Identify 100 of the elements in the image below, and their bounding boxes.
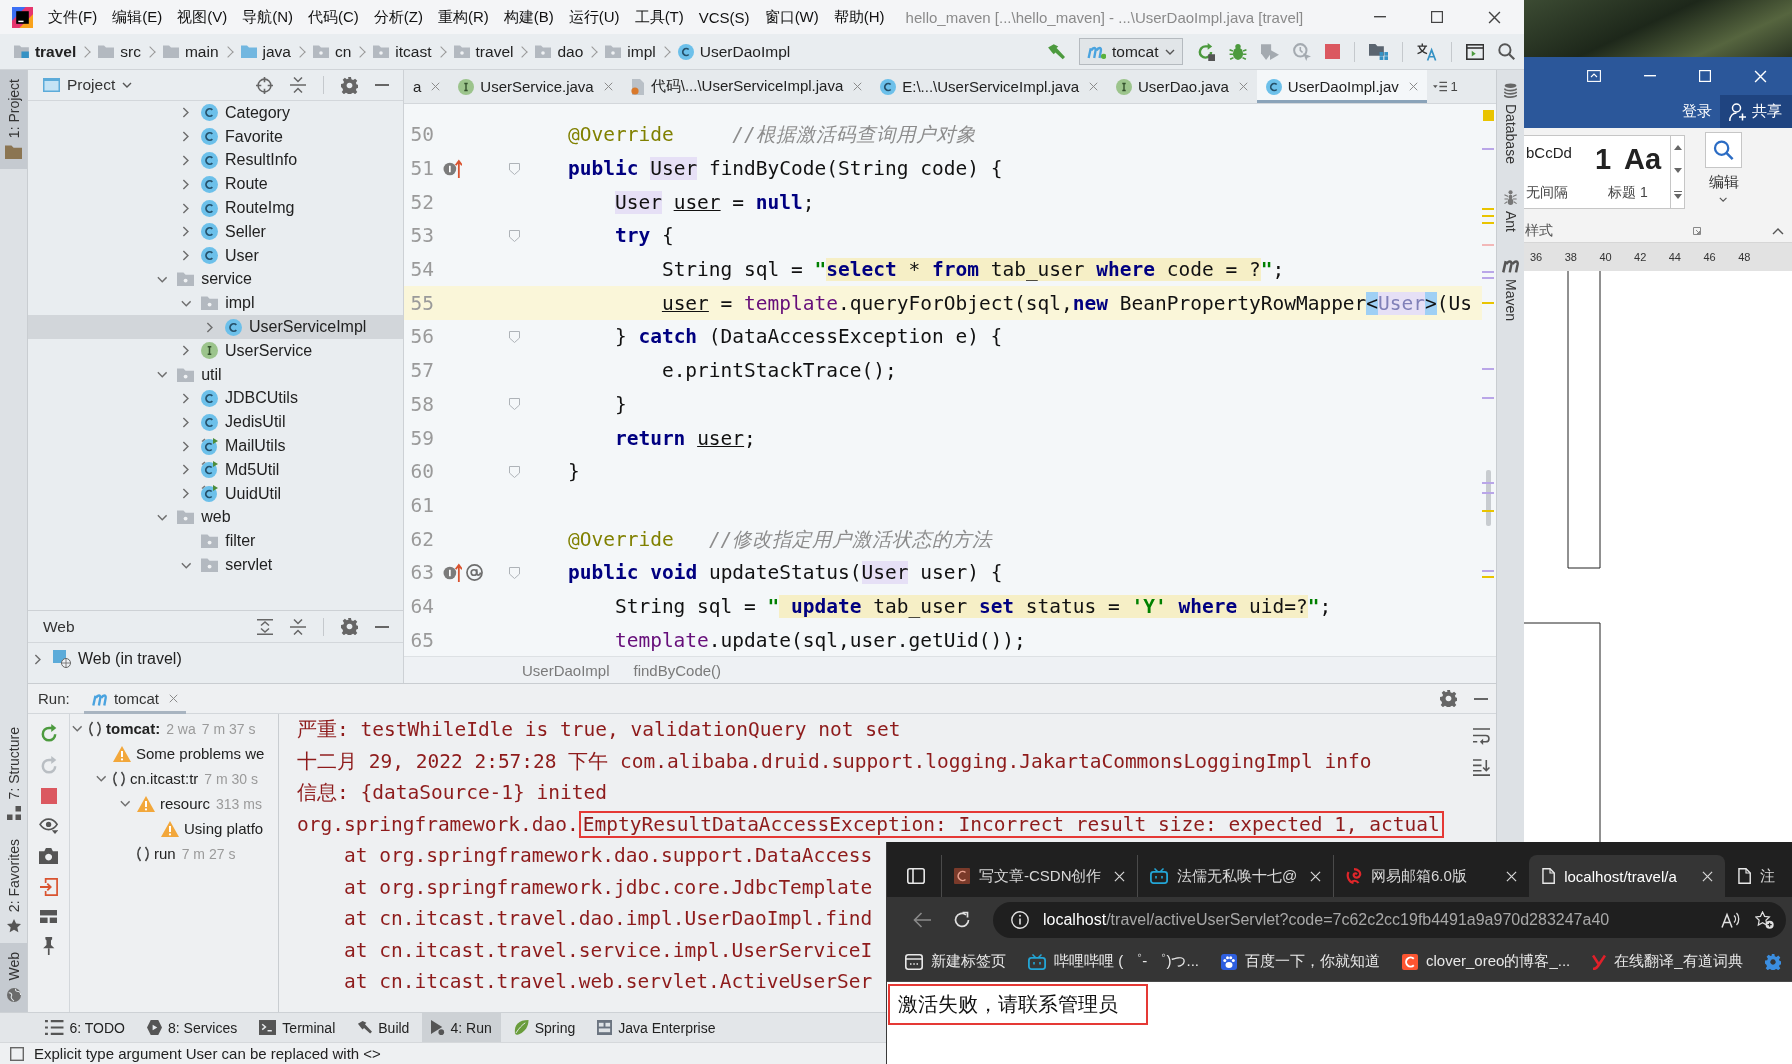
- search-icon[interactable]: [1498, 43, 1515, 60]
- editor-tab[interactable]: E:\...\UserServiceImpl.java: [871, 70, 1107, 103]
- menu-item[interactable]: 编辑(E): [112, 7, 163, 27]
- translate-icon[interactable]: [1416, 42, 1437, 61]
- sign-in-link[interactable]: 登录: [1682, 95, 1712, 128]
- tree-item[interactable]: UserService: [28, 338, 403, 363]
- menu-item[interactable]: 窗口(W): [764, 7, 819, 27]
- editor-tab[interactable]: UserService.java: [449, 70, 622, 103]
- browser-tab[interactable]: 注: [1725, 855, 1780, 897]
- chevron-icon[interactable]: [182, 392, 190, 404]
- chevron-icon[interactable]: [119, 800, 131, 807]
- chevron-icon[interactable]: [180, 299, 192, 307]
- tool-window-button[interactable]: Java Enterprise: [588, 1012, 725, 1043]
- scroll-down-icon[interactable]: [1673, 168, 1682, 173]
- fold-marker-icon[interactable]: [509, 566, 520, 579]
- chevron-icon[interactable]: [182, 202, 190, 214]
- chevron-icon[interactable]: [182, 250, 190, 262]
- breadcrumb-item[interactable]: impl: [605, 42, 678, 61]
- breadcrumb-item[interactable]: findByCode(): [633, 661, 722, 679]
- terminal-window-icon[interactable]: [1465, 43, 1484, 60]
- tree-item[interactable]: Seller: [28, 220, 403, 244]
- fold-marker-icon[interactable]: [509, 330, 520, 343]
- breadcrumb-item[interactable]: travel: [14, 42, 99, 61]
- tree-item[interactable]: Favorite: [28, 124, 403, 149]
- rerun-icon[interactable]: [39, 724, 58, 742]
- settings-icon[interactable]: [341, 76, 358, 94]
- tree-item[interactable]: Web (in travel): [28, 646, 403, 672]
- run-tree-item[interactable]: cn.itcast:tr 7 m 30 s: [70, 766, 278, 791]
- tool-window-button[interactable]: 6: TODO: [36, 1012, 134, 1043]
- tree-item[interactable]: web: [28, 505, 403, 530]
- menu-item[interactable]: 工具(T): [634, 7, 684, 27]
- scroll-up-icon[interactable]: [1673, 145, 1682, 150]
- info-icon[interactable]: [1011, 910, 1029, 929]
- bookmark-item[interactable]: 哔哩哔哩 ( ゜- ゜)つ...: [1028, 952, 1199, 971]
- editor-tab[interactable]: 代码\...\UserServiceImpl.java: [621, 70, 872, 103]
- tab-list-button[interactable]: 1: [1426, 70, 1464, 103]
- bookmark-item[interactable]: 百度一下，你就知道: [1221, 952, 1380, 971]
- tree-item[interactable]: servlet: [28, 553, 403, 577]
- menu-item[interactable]: 视图(V): [177, 7, 228, 27]
- breadcrumb-item[interactable]: main: [162, 42, 241, 61]
- tool-window-button[interactable]: 4: Run: [422, 1012, 501, 1043]
- breadcrumb-item[interactable]: UserDaoImpl: [677, 42, 813, 61]
- tree-item[interactable]: impl: [28, 291, 403, 316]
- tree-item[interactable]: Category: [28, 101, 403, 125]
- tool-window-tab[interactable]: 1: Project: [0, 70, 27, 170]
- more-icon[interactable]: [1673, 191, 1682, 199]
- tree-item[interactable]: JDBCUtils: [28, 386, 403, 411]
- camera-icon[interactable]: [38, 848, 59, 864]
- chevron-icon[interactable]: [156, 513, 168, 521]
- crosshair-icon[interactable]: [256, 76, 273, 94]
- chevron-icon[interactable]: [182, 440, 190, 452]
- layout-icon[interactable]: [39, 910, 58, 923]
- run-tree-item[interactable]: Using platfo: [70, 816, 278, 841]
- expand-all-icon[interactable]: [257, 618, 273, 635]
- chevron-icon[interactable]: [206, 321, 214, 333]
- chevron-icon[interactable]: [182, 226, 190, 238]
- tool-window-tab[interactable]: Ant: [1502, 189, 1519, 232]
- fold-marker-icon[interactable]: [509, 229, 520, 242]
- soft-wrap-icon[interactable]: [1472, 728, 1490, 745]
- menu-item[interactable]: 构建(B): [503, 7, 554, 27]
- editor-tab[interactable]: a: [404, 70, 450, 103]
- breadcrumb-item[interactable]: dao: [535, 42, 606, 61]
- fold-marker-icon[interactable]: [509, 162, 520, 175]
- implements-arrow-icon[interactable]: [443, 563, 462, 583]
- tree-item[interactable]: Route: [28, 172, 403, 197]
- exit-icon[interactable]: [39, 878, 58, 896]
- menu-item[interactable]: 运行(U): [568, 7, 620, 27]
- rerun-icon[interactable]: [1196, 42, 1215, 61]
- maximize-icon[interactable]: [1431, 11, 1443, 23]
- tree-item[interactable]: util: [28, 362, 403, 387]
- scroll-to-end-icon[interactable]: [1472, 759, 1490, 776]
- run-tree-item[interactable]: Some problems we: [70, 741, 278, 766]
- tool-window-tab[interactable]: Database: [1502, 83, 1519, 164]
- tree-item[interactable]: RouteImg: [28, 196, 403, 220]
- tool-window-tab[interactable]: Web: [0, 943, 27, 1012]
- chevron-icon[interactable]: [182, 155, 190, 166]
- run-tab[interactable]: tomcat: [83, 683, 186, 714]
- tree-item[interactable]: filter: [28, 529, 403, 554]
- tree-item[interactable]: Md5Util: [28, 457, 403, 482]
- fold-marker-icon[interactable]: [509, 465, 520, 478]
- tool-window-button[interactable]: 8: Services: [138, 1012, 247, 1043]
- menu-item[interactable]: VCS(S): [698, 8, 750, 26]
- ribbon-display-icon[interactable]: [1587, 70, 1601, 82]
- run-tree-item[interactable]: resourc 313 ms: [70, 791, 278, 816]
- tree-item[interactable]: UuidUtil: [28, 481, 403, 506]
- minimize-icon[interactable]: [1644, 75, 1656, 77]
- chevron-icon[interactable]: [182, 107, 190, 119]
- pin-icon[interactable]: [41, 937, 56, 955]
- gear-icon[interactable]: [1764, 953, 1781, 970]
- implements-arrow-icon[interactable]: [443, 159, 462, 179]
- close-icon[interactable]: [1488, 10, 1501, 24]
- chevron-icon[interactable]: [182, 178, 190, 190]
- run-tree-item[interactable]: tomcat: 2 wa 7 m 37 s: [70, 716, 278, 741]
- collapse-ribbon-icon[interactable]: [1772, 227, 1784, 235]
- hammer-icon[interactable]: [1046, 42, 1065, 61]
- chevron-icon[interactable]: [182, 464, 190, 476]
- run-tree-item[interactable]: run 7 m 27 s: [70, 841, 278, 866]
- chevron-icon[interactable]: [156, 371, 168, 379]
- chevron-icon[interactable]: [71, 725, 83, 732]
- breadcrumb-item[interactable]: itcast: [373, 42, 454, 61]
